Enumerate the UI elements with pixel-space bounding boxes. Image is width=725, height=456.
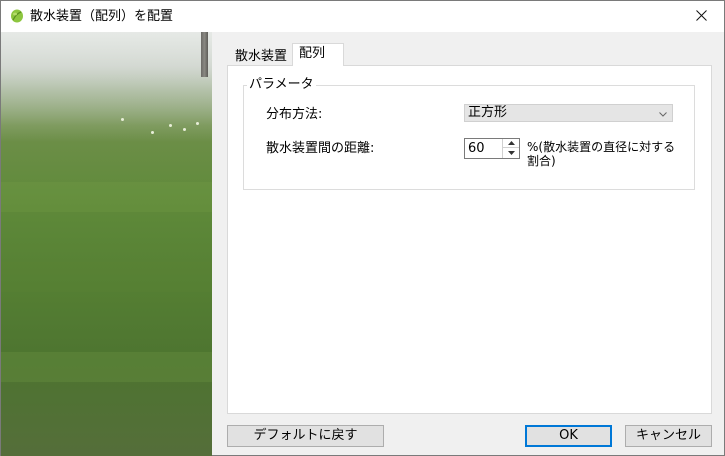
dialog-window: 散水装置（配列）を配置 散水装置 配列 パラメータ 分布方法: 正方形 散水装置… (0, 0, 725, 456)
tab-array[interactable]: 配列 (292, 43, 344, 66)
spacing-stepper[interactable]: 60 (464, 138, 520, 159)
spacing-input[interactable]: 60 (468, 140, 485, 157)
group-title: パラメータ (247, 77, 316, 92)
distribution-select[interactable]: 正方形 (464, 104, 673, 122)
caret-down-icon (507, 150, 515, 155)
distribution-label: 分布方法: (266, 107, 323, 122)
tab-sprinkler[interactable]: 散水装置 (228, 46, 292, 66)
close-icon (695, 9, 707, 24)
preview-image (1, 32, 212, 456)
leaf-icon (10, 9, 24, 23)
window-title: 散水装置（配列）を配置 (30, 9, 174, 24)
distribution-value: 正方形 (468, 105, 508, 120)
chevron-down-icon (658, 108, 668, 118)
spacing-unit: %(散水装置の直径に対する割合) (527, 140, 676, 168)
ok-button[interactable]: OK (525, 425, 612, 447)
cancel-button[interactable]: キャンセル (625, 425, 712, 447)
stepper-down-button[interactable] (503, 148, 519, 157)
stepper-arrows (502, 139, 519, 158)
restore-defaults-button[interactable]: デフォルトに戻す (227, 425, 384, 447)
stepper-up-button[interactable] (503, 139, 519, 148)
close-button[interactable] (678, 1, 724, 32)
spacing-label: 散水装置間の距離: (266, 141, 375, 156)
title-bar: 散水装置（配列）を配置 (1, 1, 724, 32)
caret-up-icon (507, 141, 515, 145)
